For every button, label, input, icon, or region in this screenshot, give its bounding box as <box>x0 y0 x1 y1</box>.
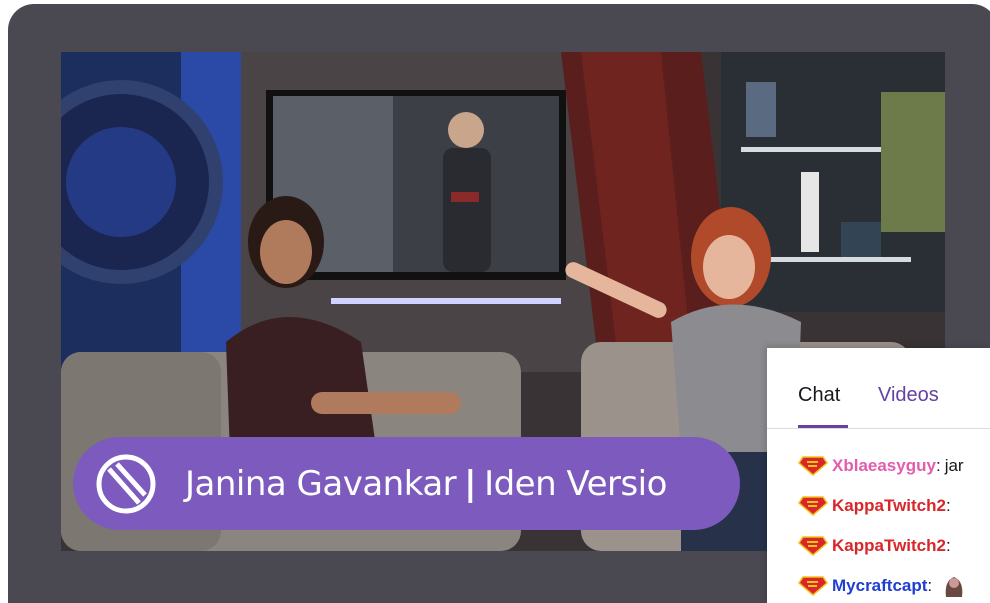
chat-message: KappaTwitch2: <box>798 494 951 518</box>
chat-panel: Chat Videos Xblaeasyguy: jar KappaTwitch2… <box>767 348 990 603</box>
guest-name: Janina Gavankar <box>185 463 457 504</box>
name-lower-third: Janina Gavankar | Iden Versio <box>73 437 740 530</box>
active-tab-indicator <box>798 425 848 428</box>
chat-username[interactable]: Xblaeasyguy <box>832 456 936 476</box>
tab-videos[interactable]: Videos <box>878 384 939 407</box>
superman-badge-icon <box>798 536 828 556</box>
chat-emote-icon <box>945 577 963 597</box>
chat-message: KappaTwitch2: <box>798 534 951 558</box>
superman-badge-icon <box>798 576 828 596</box>
superman-badge-icon <box>798 456 828 476</box>
chat-tab-bar: Chat Videos <box>767 348 990 429</box>
tab-chat[interactable]: Chat <box>798 384 840 407</box>
chat-message: Mycraftcapt: <box>798 574 968 598</box>
chat-username[interactable]: Mycraftcapt <box>832 576 927 596</box>
chat-username[interactable]: KappaTwitch2 <box>832 536 946 556</box>
lower-third-text: Janina Gavankar | Iden Versio <box>185 464 667 504</box>
lower-third-separator: | <box>464 463 477 504</box>
superman-badge-icon <box>798 496 828 516</box>
chat-colon: : <box>945 536 951 555</box>
chat-text: jar <box>944 456 964 475</box>
chat-colon: : <box>945 496 951 515</box>
chat-colon: : <box>935 456 941 475</box>
chat-username[interactable]: KappaTwitch2 <box>832 496 946 516</box>
empire-crest-icon <box>96 454 156 513</box>
chat-colon: : <box>927 576 933 595</box>
guest-role: Iden Versio <box>484 463 667 504</box>
chat-message: Xblaeasyguy: jar <box>798 454 964 478</box>
